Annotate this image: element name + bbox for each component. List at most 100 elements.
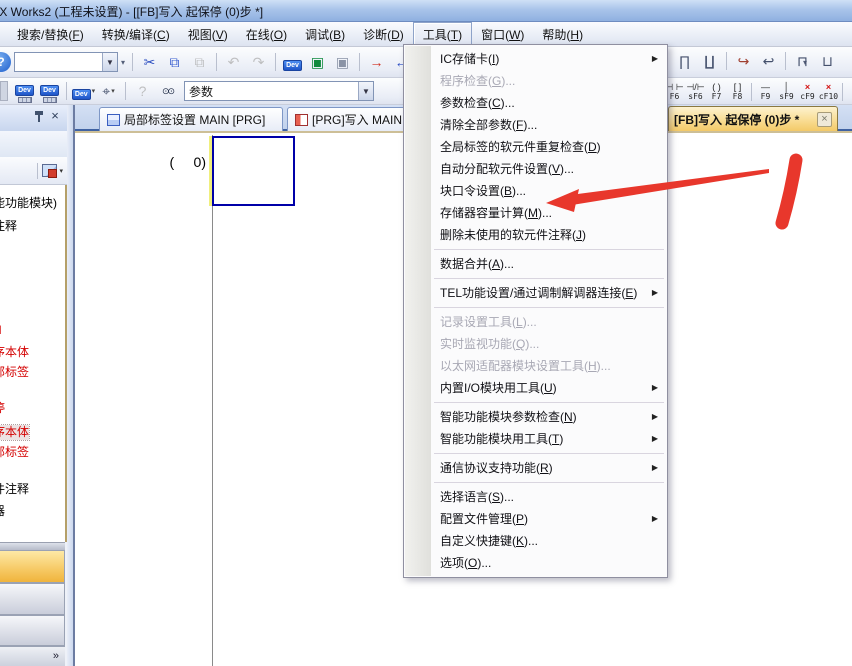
menubar-item[interactable]: 诊断(D) [354, 23, 413, 46]
tree-item[interactable]: 能功能模块) [0, 196, 57, 211]
menu-item-label: 选项(O)... [440, 556, 491, 570]
menubar-item[interactable]: 调试(B) [296, 23, 354, 46]
application-instruction-button[interactable]: [ ]F8 [727, 82, 748, 101]
chevron-down-icon[interactable]: ▼ [358, 82, 373, 100]
ladder-cursor-cell[interactable] [212, 136, 295, 206]
jump-write-icon[interactable]: ↪ [731, 50, 756, 72]
view-mode-icon[interactable] [42, 164, 57, 177]
pin-icon[interactable] [34, 110, 45, 123]
tools-menu-item[interactable]: 选择语言(S)... [404, 486, 667, 508]
delete-h-line-button[interactable]: ×cF9 [797, 82, 818, 101]
tree-item[interactable]: 序本体 [0, 345, 29, 360]
tools-menu-item[interactable]: 自动分配软元件设置(V)... [404, 158, 667, 180]
inline-st-up-icon[interactable]: ⊓ [790, 50, 815, 72]
tools-menu-item[interactable]: IC存储卡(I)▶ [404, 48, 667, 70]
delete-v-line-button[interactable]: ×cF10 [818, 82, 839, 101]
tab-label: 局部标签设置 MAIN [PRG] [124, 111, 265, 128]
program-combobox[interactable]: ▼ [14, 52, 118, 72]
tools-menu-item: 实时监视功能(Q)... [404, 333, 667, 355]
tree-item[interactable]: 部标签 [0, 365, 29, 380]
horizontal-line-button[interactable]: —F9 [755, 82, 776, 101]
cut-icon[interactable]: ✂ [137, 51, 162, 73]
pulse-fall-icon[interactable]: ∐ [697, 50, 722, 72]
tree-item[interactable]: 器 [0, 504, 5, 519]
menubar-item[interactable]: 在线(O) [237, 23, 296, 46]
tools-menu-item[interactable]: 块口令设置(B)... [404, 180, 667, 202]
monitor-find-icon[interactable]: ▣ [305, 51, 330, 73]
tools-menu-item[interactable]: 存储器容量计算(M)... [404, 202, 667, 224]
menu-item-label: 块口令设置(B)... [440, 184, 526, 198]
tools-menu-item[interactable]: 数据合并(A)... [404, 253, 667, 275]
pulse-rise-icon[interactable]: ∏ [672, 50, 697, 72]
device-search-icon[interactable]: ⌖▾ [96, 80, 121, 102]
tree-item[interactable]: 序本体 [0, 425, 29, 440]
toolbar-separator [275, 53, 276, 71]
menubar-item[interactable]: 视图(V) [179, 23, 237, 46]
close-icon[interactable]: × [817, 112, 832, 127]
vertical-line-button[interactable]: │sF9 [776, 82, 797, 101]
device-tree-icon[interactable]: Dev [37, 80, 62, 102]
chevron-down-icon[interactable]: ▾ [111, 87, 115, 95]
tree-item[interactable]: 件注释 [0, 482, 29, 497]
ladder-edit-toolbar-right: ∏∐ ↪↩ ⊓⊔ [672, 50, 840, 72]
chevron-down-icon[interactable]: ▼ [102, 53, 117, 71]
stack-resize-handle[interactable] [0, 542, 65, 550]
tab-label: [FB]写入 起保停 (0)步 * [674, 111, 799, 128]
submenu-arrow-icon: ▶ [652, 406, 658, 428]
stack-button-2[interactable] [0, 583, 65, 615]
device-find-icon[interactable]: Dev [280, 51, 305, 73]
find-binoculars-icon[interactable]: ⊙⊙ [155, 80, 180, 102]
menu-separator [434, 402, 664, 403]
device-display-icon[interactable]: Dev▾ [71, 80, 96, 102]
menu-item-label: 以太网适配器模块设置工具(H)... [440, 359, 611, 373]
chevron-down-icon[interactable]: ▾ [59, 167, 63, 175]
chevron-down-icon[interactable]: ▾ [92, 87, 96, 95]
jump-read-icon[interactable]: ↩ [756, 50, 781, 72]
toolbar-separator [785, 52, 786, 70]
tree-item[interactable]: 注释 [0, 219, 17, 234]
tools-menu-item[interactable]: 自定义快捷键(K)... [404, 530, 667, 552]
toolbar-separator [751, 83, 752, 101]
menu-item-label: TEL功能设置/通过调制解调器连接(E) [440, 286, 637, 300]
menubar-item[interactable]: 转换/编译(C) [93, 23, 179, 46]
tools-menu-item[interactable]: 内置I/O模块用工具(U)▶ [404, 377, 667, 399]
close-contact-button[interactable]: ⊣/⊢sF6 [685, 82, 706, 101]
tools-menu-item[interactable]: 智能功能模块参数检查(N)▶ [404, 406, 667, 428]
window-find-icon[interactable]: ▣ [330, 51, 355, 73]
window-title: GX Works2 (工程未设置) - [[FB]写入 起保停 (0)步 *] [0, 3, 263, 20]
menubar-item[interactable]: 工具(T) [413, 22, 472, 46]
inline-st-down-icon[interactable]: ⊔ [815, 50, 840, 72]
tab-fb-write[interactable]: [FB]写入 起保停 (0)步 * × [668, 106, 838, 131]
close-icon[interactable]: × [48, 108, 62, 124]
tab-local-label-main[interactable]: 局部标签设置 MAIN [PRG] [99, 107, 283, 131]
ladder-symbol-toolbar: ⊣ ⊢F6⊣/⊢sF6( )F7[ ]F8—F9│sF9×cF9×cF10 [664, 79, 846, 104]
tools-menu-item[interactable]: 智能功能模块用工具(T)▶ [404, 428, 667, 450]
write-to-plc-icon[interactable]: → [364, 51, 389, 73]
menu-separator [434, 278, 664, 279]
menubar-item[interactable]: 窗口(W) [472, 23, 533, 46]
copy-icon[interactable]: ⧉ [162, 51, 187, 73]
stack-button-3[interactable] [0, 615, 65, 646]
stack-overflow-button[interactable]: » [0, 646, 65, 666]
tools-menu-item[interactable]: 全局标签的软元件重复检查(D) [404, 136, 667, 158]
tools-menu-item[interactable]: 清除全部参数(F)... [404, 114, 667, 136]
tools-menu-item[interactable]: TEL功能设置/通过调制解调器连接(E)▶ [404, 282, 667, 304]
stack-button-project[interactable] [0, 550, 65, 583]
tools-menu-item[interactable]: 通信协议支持功能(R)▶ [404, 457, 667, 479]
toolbar-separator [216, 53, 217, 71]
tab-prg-write-main[interactable]: [PRG]写入 MAIN [287, 107, 410, 131]
tree-item[interactable]: 停 [0, 401, 5, 416]
menubar-item[interactable]: 帮助(H) [533, 23, 592, 46]
tools-menu-item[interactable]: 选项(O)... [404, 552, 667, 574]
tools-menu-item[interactable]: 配置文件管理(P)▶ [404, 508, 667, 530]
toolbar-overflow-icon[interactable]: ▾ [121, 58, 125, 67]
panel-splitter[interactable] [67, 105, 75, 666]
coil-button[interactable]: ( )F7 [706, 82, 727, 101]
tree-item[interactable]: N [0, 323, 2, 338]
device-comment-icon[interactable]: Dev [12, 80, 37, 102]
menubar-item[interactable]: 搜索/替换(F) [8, 23, 93, 46]
tools-menu-item[interactable]: 删除未使用的软元件注释(J) [404, 224, 667, 246]
find-combobox[interactable]: 参数 ▼ [184, 81, 374, 101]
tools-menu-item[interactable]: 参数检查(C)... [404, 92, 667, 114]
tree-item[interactable]: 部标签 [0, 445, 29, 460]
